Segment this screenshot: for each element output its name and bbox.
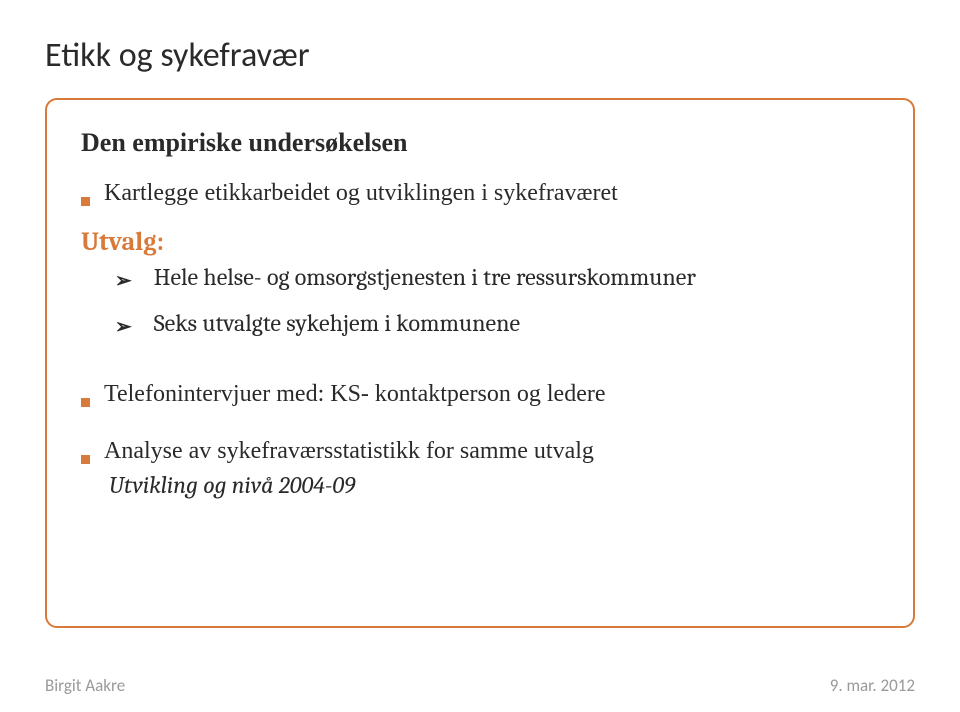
bullet-text: Kartlegge etikkarbeidet og utviklingen i… [104, 180, 618, 207]
footer: Birgit Aakre 9. mar. 2012 [45, 675, 915, 696]
bullet-item: Analyse av sykefraværsstatistikk for sam… [81, 438, 879, 465]
slide: Etikk og sykefravær Den empiriske unders… [0, 0, 960, 712]
bullet-item: Telefonintervjuer med: KS- kontaktperson… [81, 381, 879, 408]
section-heading: Den empiriske undersøkelsen [81, 128, 879, 158]
content-box: Den empiriske undersøkelsen Kartlegge et… [45, 98, 915, 628]
bullet-text: Telefonintervjuer med: KS- kontaktperson… [104, 381, 606, 408]
square-bullet-icon [81, 197, 90, 206]
footer-date: 9. mar. 2012 [830, 675, 915, 696]
arrow-icon: ➢ [115, 314, 132, 339]
arrow-text: Hele helse- og omsorgstjenesten i tre re… [154, 263, 696, 291]
bullet-text: Analyse av sykefraværsstatistikk for sam… [104, 438, 594, 465]
arrow-icon: ➢ [115, 268, 132, 293]
footer-author: Birgit Aakre [45, 675, 125, 696]
subheading: Utvalg: [81, 227, 879, 257]
square-bullet-icon [81, 455, 90, 464]
italic-note: Utvikling og nivå 2004-09 [81, 471, 879, 499]
square-bullet-icon [81, 398, 90, 407]
arrow-text: Seks utvalgte sykehjem i kommunene [154, 309, 520, 337]
arrow-item: ➢ Seks utvalgte sykehjem i kommunene [81, 309, 879, 337]
bullet-item: Kartlegge etikkarbeidet og utviklingen i… [81, 180, 879, 207]
arrow-item: ➢ Hele helse- og omsorgstjenesten i tre … [81, 263, 879, 291]
page-title: Etikk og sykefravær [45, 35, 915, 76]
